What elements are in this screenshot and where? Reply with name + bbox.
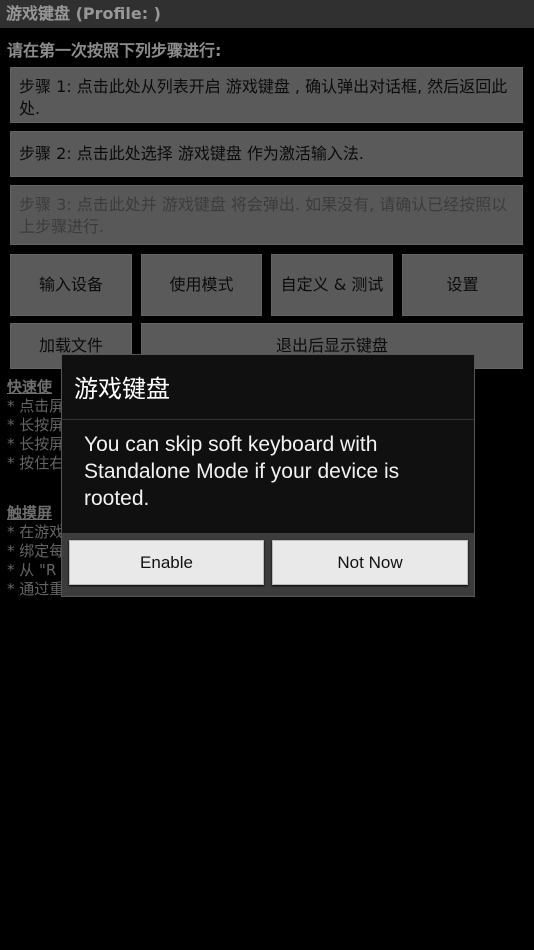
dialog-button-bar: Enable Not Now <box>62 533 474 596</box>
not-now-button[interactable]: Not Now <box>272 540 468 585</box>
standalone-mode-dialog: 游戏键盘 You can skip soft keyboard with Sta… <box>61 354 475 597</box>
dialog-title: 游戏键盘 <box>74 375 170 403</box>
dialog-divider <box>62 419 474 420</box>
dialog-message: You can skip soft keyboard with Standalo… <box>84 433 400 510</box>
enable-button[interactable]: Enable <box>69 540 264 585</box>
